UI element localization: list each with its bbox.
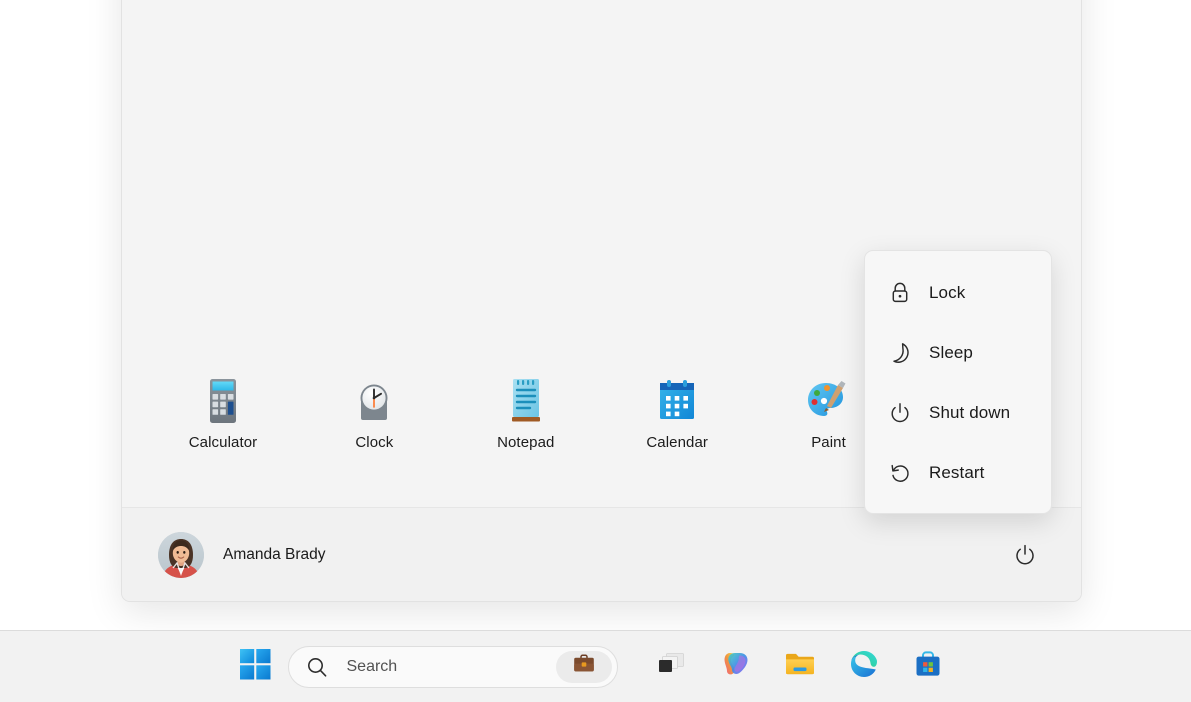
power-menu-item-sleep[interactable]: Sleep — [865, 323, 1051, 383]
power-menu-item-label: Lock — [929, 283, 966, 302]
taskbar-search-box[interactable] — [287, 645, 618, 688]
taskbar-center-group — [232, 631, 960, 702]
calculator-icon — [199, 377, 247, 425]
power-menu-item-lock[interactable]: Lock — [865, 263, 1051, 323]
pinned-app-calculator[interactable]: Calculator — [148, 377, 298, 469]
taskbar-app-copilot[interactable] — [712, 643, 760, 691]
app-label: Notepad — [497, 434, 555, 451]
power-menu-item-label: Sleep — [929, 343, 973, 362]
account-name: Amanda Brady — [223, 545, 326, 563]
power-menu-item-shut-down[interactable]: Shut down — [865, 383, 1051, 443]
calendar-icon — [653, 377, 701, 425]
power-button[interactable] — [1003, 533, 1047, 577]
file-explorer-icon — [784, 650, 816, 683]
taskbar-app-microsoft-store[interactable] — [904, 643, 952, 691]
app-label: Calculator — [188, 434, 258, 451]
clock-icon — [350, 377, 398, 425]
restart-icon — [887, 460, 913, 486]
copilot-icon — [721, 649, 751, 684]
user-account-button[interactable]: Amanda Brady — [150, 524, 338, 586]
power-menu-item-restart[interactable]: Restart — [865, 443, 1051, 503]
windows-logo-icon — [240, 648, 271, 685]
power-icon — [887, 400, 913, 426]
task-view-icon — [657, 651, 687, 682]
work-profile-button[interactable] — [555, 650, 612, 683]
taskbar-app-file-explorer[interactable] — [776, 643, 824, 691]
pinned-app-calendar[interactable]: Calendar — [602, 377, 752, 469]
taskbar-app-task-view[interactable] — [648, 643, 696, 691]
taskbar — [0, 630, 1191, 702]
search-icon — [306, 656, 328, 678]
avatar — [158, 531, 204, 578]
power-menu-item-label: Shut down — [929, 403, 1011, 422]
power-options-popup: Lock Sleep Shut down Restart — [864, 250, 1052, 514]
app-label: Calendar — [646, 434, 708, 451]
moon-icon — [887, 340, 913, 366]
power-icon — [1016, 544, 1034, 564]
edge-icon — [849, 649, 879, 684]
briefcase-icon — [571, 653, 597, 680]
start-menu-footer: Amanda Brady — [122, 507, 1081, 601]
store-icon — [914, 650, 942, 683]
lock-icon — [887, 280, 913, 306]
pinned-app-clock[interactable]: Clock — [299, 377, 449, 469]
notepad-icon — [502, 377, 550, 425]
taskbar-app-microsoft-edge[interactable] — [840, 643, 888, 691]
power-menu-item-label: Restart — [929, 463, 985, 482]
pinned-app-notepad[interactable]: Notepad — [451, 377, 601, 469]
search-input[interactable] — [327, 657, 556, 676]
app-label: Clock — [355, 434, 394, 451]
app-label: Paint — [811, 434, 846, 451]
paint-icon — [805, 377, 853, 425]
start-button[interactable] — [232, 643, 280, 691]
desktop-screen: Calculator Clock Notepad Calendar Paint … — [0, 0, 1191, 702]
